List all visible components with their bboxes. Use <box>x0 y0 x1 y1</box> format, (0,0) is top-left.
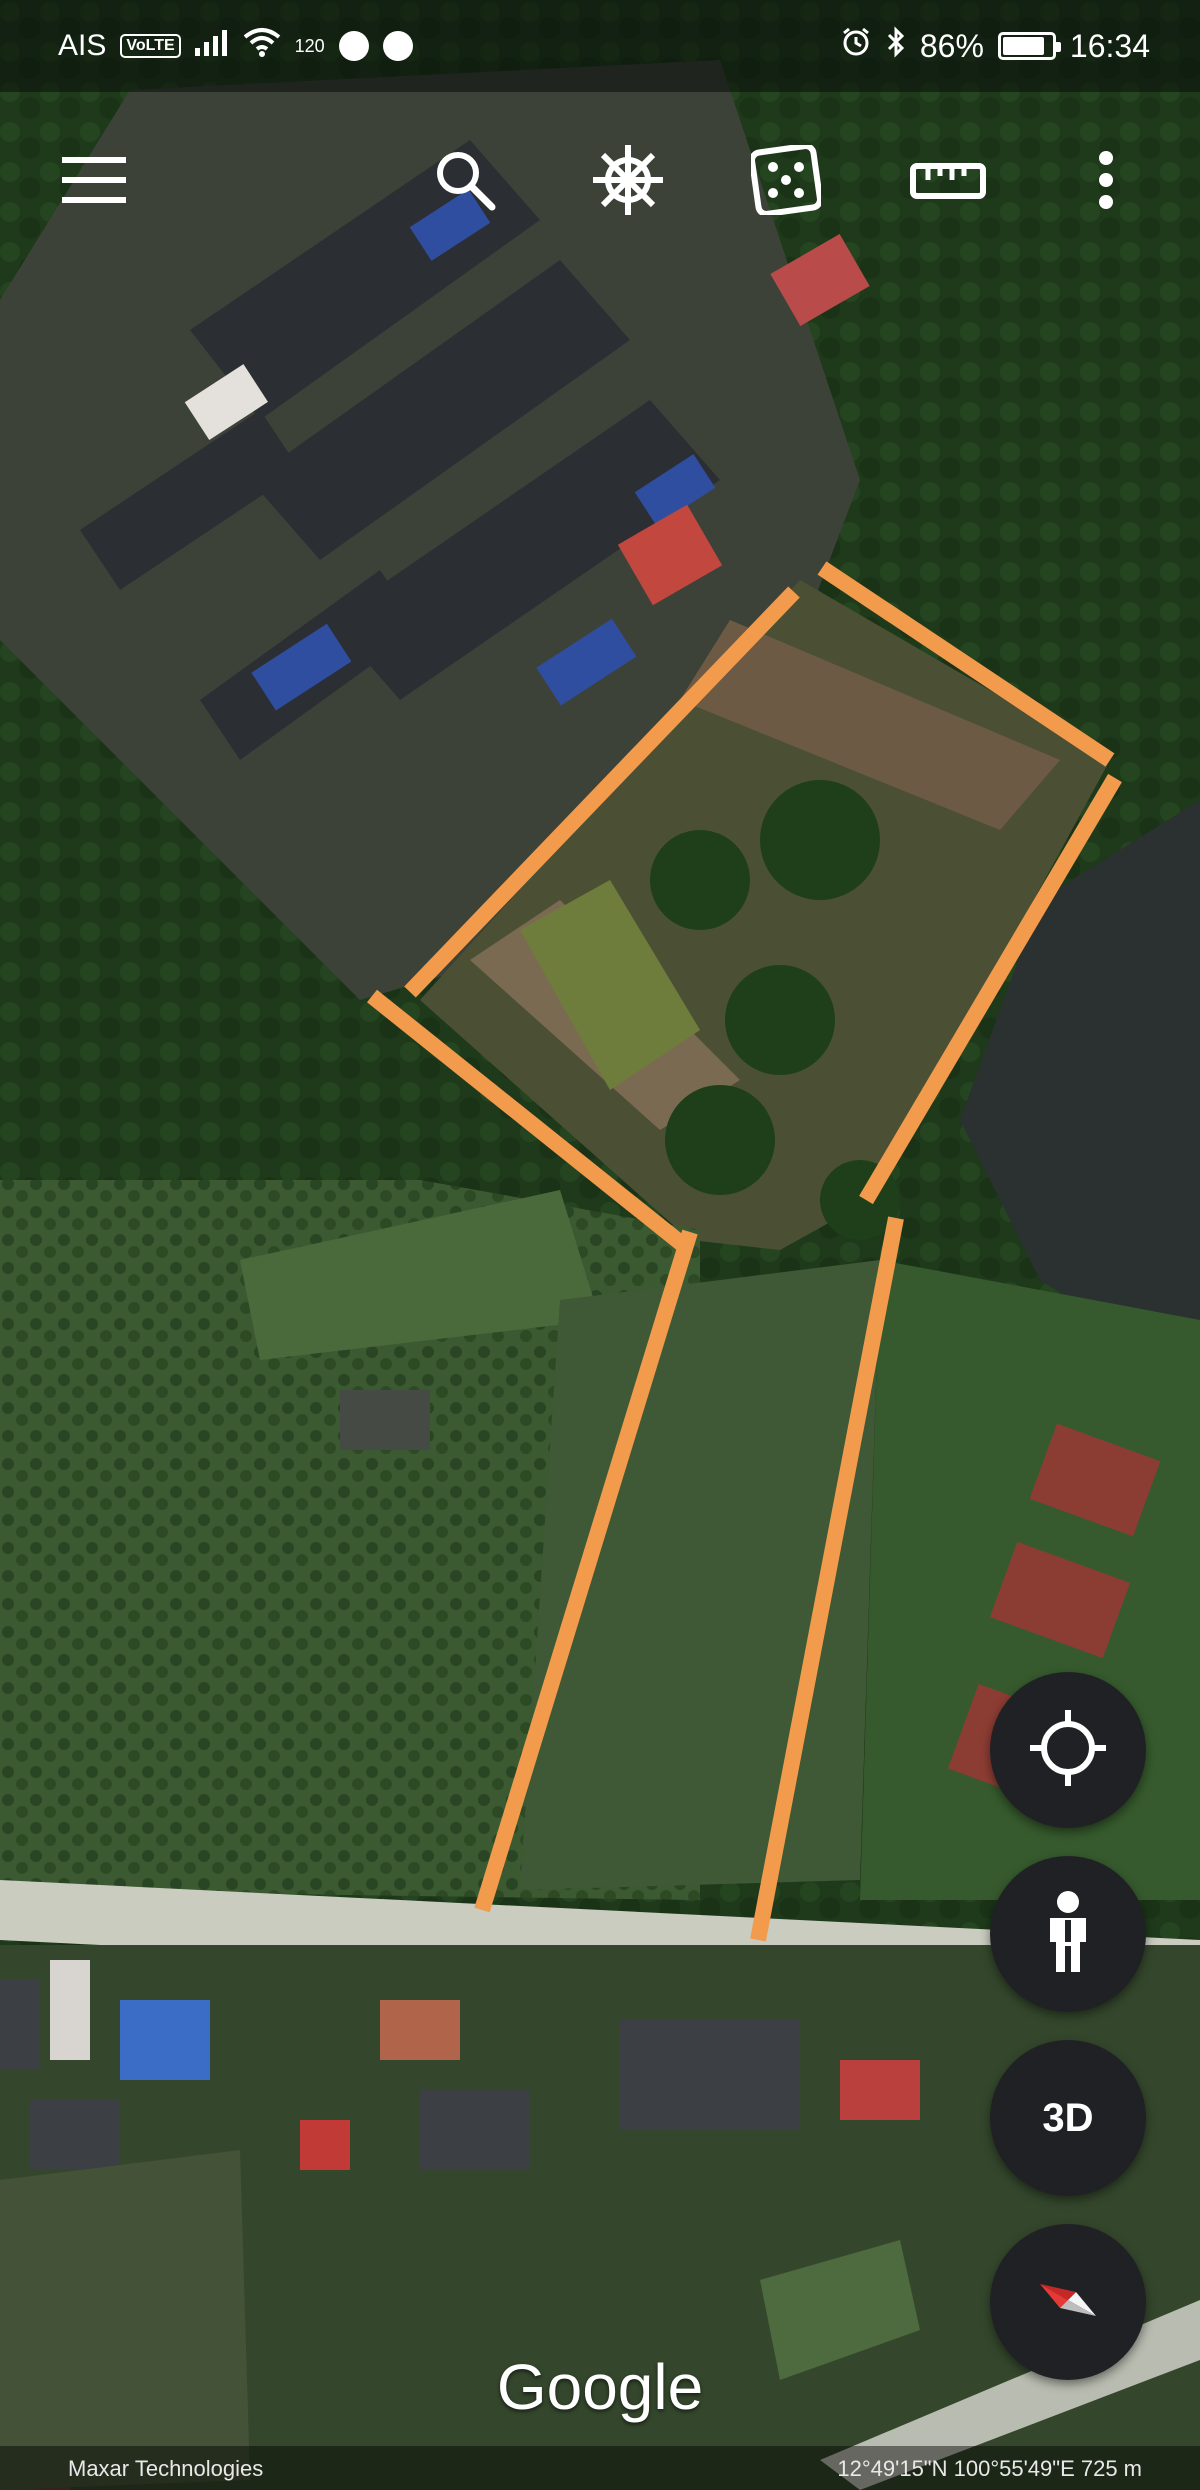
google-logo: Google <box>496 2351 704 2423</box>
3d-view-label: 3D <box>1042 2095 1094 2140</box>
battery-level-fill <box>1002 37 1044 55</box>
notification-app-icon <box>338 31 369 61</box>
street-view-button[interactable] <box>990 1856 1146 2012</box>
measure-button[interactable] <box>908 140 988 220</box>
clock: 16:34 <box>1069 27 1150 64</box>
network-speed: 120 <box>294 35 325 56</box>
search-button[interactable] <box>425 140 505 220</box>
voyager-ship-wheel-icon <box>591 143 665 217</box>
menu-icon <box>62 157 126 203</box>
search-icon <box>434 149 496 211</box>
more-options-icon <box>1098 150 1114 210</box>
signal-icon <box>194 28 229 64</box>
crosshair-icon <box>1028 1708 1108 1793</box>
attribution-bar: Maxar Technologies 12°49'15"N 100°55'49"… <box>0 2446 1200 2490</box>
compass-icon <box>1030 2262 1106 2343</box>
wifi-icon <box>243 27 281 65</box>
bluetooth-icon <box>886 26 906 66</box>
more-options-button[interactable] <box>1066 140 1146 220</box>
menu-button[interactable] <box>54 140 134 220</box>
measure-ruler-icon <box>910 158 986 202</box>
pegman-icon <box>1040 1890 1096 1979</box>
3d-view-button[interactable]: 3D <box>990 2040 1146 2196</box>
google-earth-screen: AIS VoLTE 120 86% 16:34 3D Google Maxar … <box>0 0 1200 2490</box>
volte-badge: VoLTE <box>120 34 181 58</box>
imagery-attribution[interactable]: Maxar Technologies <box>68 2456 263 2482</box>
battery-icon <box>997 32 1061 60</box>
battery-percent: 86% <box>919 27 984 64</box>
carrier-label: AIS <box>58 29 107 62</box>
my-location-button[interactable] <box>990 1672 1146 1828</box>
status-bar: AIS VoLTE 120 86% 16:34 <box>0 0 1200 92</box>
alarm-icon <box>840 26 872 66</box>
chat-app-icon <box>382 31 413 61</box>
feeling-lucky-dice-icon <box>751 145 821 215</box>
voyager-button[interactable] <box>588 140 668 220</box>
feeling-lucky-button[interactable] <box>746 140 826 220</box>
coordinates-readout: 12°49'15"N 100°55'49"E 725 m <box>837 2456 1142 2481</box>
